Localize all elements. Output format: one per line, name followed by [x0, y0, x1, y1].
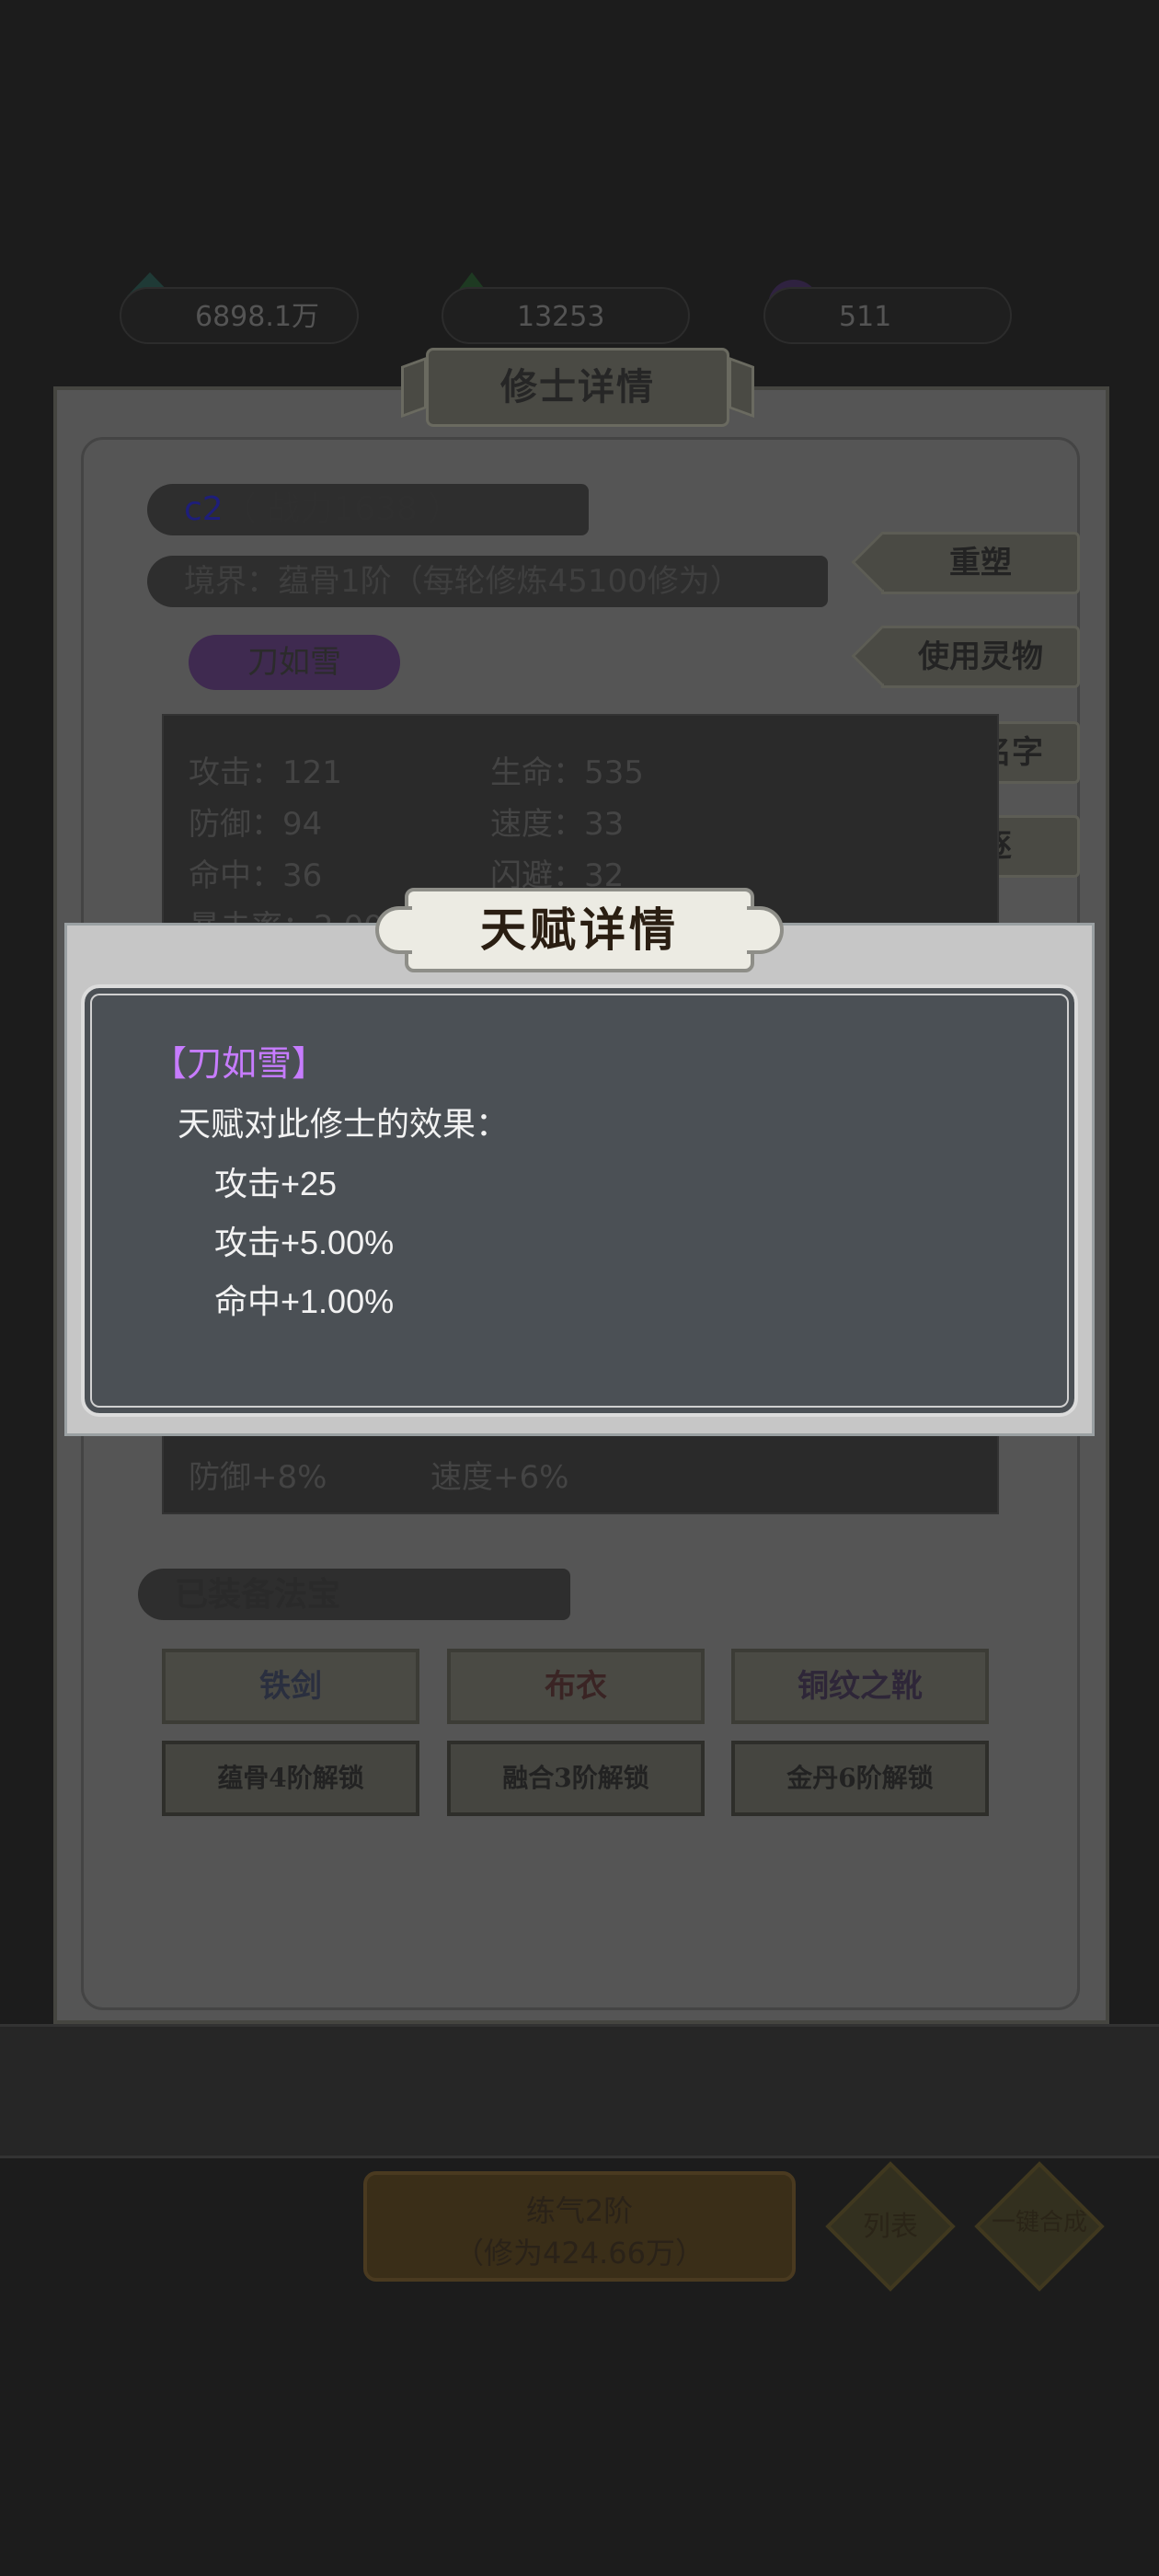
stat-defense: 防御：94	[189, 806, 323, 843]
locked-slot-1: 蕴骨4阶解锁	[162, 1741, 419, 1816]
bonus-defense: 防御+8%	[189, 1459, 327, 1496]
equip-slot-armor[interactable]: 布衣	[447, 1649, 705, 1724]
list-button-label: 列表	[863, 2211, 918, 2243]
talent-name: 【刀如雪】	[152, 1045, 327, 1084]
spirit-stone-count: 6898.1万	[120, 287, 359, 344]
cultivator-name-ribbon: c2（ 战力1638 ）	[147, 484, 589, 535]
purple-orb-count: 511	[763, 287, 1012, 344]
locked-slot-3: 金丹6阶解锁	[731, 1741, 989, 1816]
panel-title: 修士详情	[426, 348, 729, 427]
cultivate-button[interactable]: 练气2阶 （修为424.66万）	[363, 2171, 796, 2282]
cultivate-level: 练气2阶	[525, 2193, 634, 2228]
equip-slot-weapon[interactable]: 铁剑	[162, 1649, 419, 1724]
talent-modal-title: 天赋详情	[375, 888, 784, 972]
talent-effect-3: 命中+1.00%	[214, 1282, 395, 1320]
stat-attack: 攻击：121	[189, 754, 342, 791]
talent-effect-heading: 天赋对此修士的效果：	[178, 1105, 510, 1143]
use-item-button[interactable]: 使用灵物	[881, 626, 1080, 688]
talent-chip[interactable]: 刀如雪	[189, 635, 400, 690]
talent-effect-2: 攻击+5.00%	[214, 1224, 395, 1261]
stat-speed: 速度：33	[490, 806, 625, 843]
stat-hit: 命中：36	[189, 857, 323, 894]
realm-info: 境界：蕴骨1阶（每轮修炼45100修为）	[147, 556, 828, 607]
bottom-strip	[0, 2024, 1159, 2158]
auto-merge-button-label: 一键合成	[991, 2209, 1087, 2237]
cultivate-cost: （修为424.66万）	[454, 2236, 705, 2271]
bonus-speed: 速度+6%	[430, 1459, 569, 1496]
equip-slot-boots[interactable]: 铜纹之靴	[731, 1649, 989, 1724]
green-crystal-count: 13253	[442, 287, 690, 344]
reshape-button[interactable]: 重塑	[881, 532, 1080, 594]
locked-slot-2: 融合3阶解锁	[447, 1741, 705, 1816]
cultivator-name: c2	[184, 490, 224, 528]
stat-hp: 生命：535	[490, 754, 644, 791]
combat-power: （ 战力1638 ）	[223, 490, 462, 528]
equipped-treasures-title: 已装备法宝	[138, 1569, 570, 1620]
talent-effect-1: 攻击+25	[214, 1165, 338, 1202]
